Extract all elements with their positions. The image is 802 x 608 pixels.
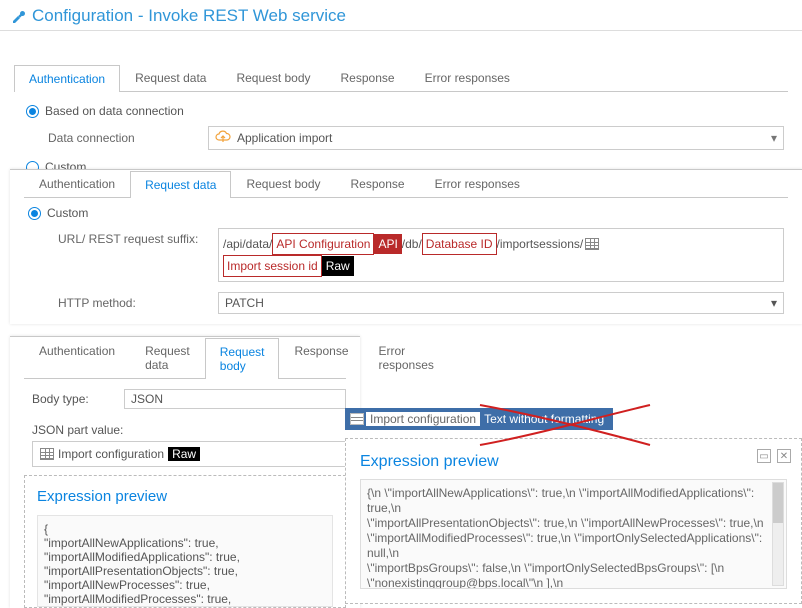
cloud-icon [215,130,231,147]
close-icon[interactable]: ✕ [777,449,791,463]
body-type-value: JSON [131,392,163,406]
radio-based-label: Based on data connection [45,104,184,118]
http-method-select[interactable]: PATCH ▾ [218,292,784,314]
tab2-response[interactable]: Response [336,170,420,197]
token-session-id: Import session id [223,255,322,277]
json-part-input[interactable]: Import configuration Raw [32,441,346,467]
data-connection-value: Application import [237,131,332,145]
tabs-row-2: Authentication Request data Request body… [24,170,788,198]
data-connection-select[interactable]: Application import ▾ [208,126,784,150]
token-db-id: Database ID [422,233,497,255]
window-header: Configuration - Invoke REST Web service [0,0,802,31]
tab-response[interactable]: Response [326,64,410,91]
label-data-connection: Data connection [48,131,208,145]
grid-icon[interactable] [585,238,599,250]
chip-import-config: Import configuration [58,447,164,461]
panel-authentication: Authentication Request data Request body… [0,34,802,174]
label-http-method: HTTP method: [58,292,218,314]
label-body-type: Body type: [32,392,124,406]
radio-custom-url-label: Custom [47,206,88,220]
radio-custom-url[interactable] [28,207,41,220]
panel-request-data: Authentication Request data Request body… [10,169,802,324]
chevron-down-icon: ▾ [771,296,777,310]
url-text: /db/ [402,234,422,254]
label-json-part: JSON part value: [32,423,346,437]
tab3-authentication[interactable]: Authentication [24,337,130,378]
scroll-thumb[interactable] [773,483,783,523]
tabs-row-3: Authentication Request data Request body… [24,337,346,379]
token-raw: Raw [322,256,354,276]
tools-icon [10,8,26,24]
tab-authentication[interactable]: Authentication [14,65,120,92]
url-text: /api/data/ [223,234,272,254]
token-api: API [374,234,401,254]
tab-request-data[interactable]: Request data [120,64,221,91]
tab2-authentication[interactable]: Authentication [24,170,130,197]
radio-based-on-connection[interactable] [26,105,39,118]
formatting-chip[interactable]: Import configurationText without formatt… [345,408,613,430]
chip-raw: Raw [168,447,200,461]
tab-request-body[interactable]: Request body [221,64,325,91]
tabs-row-1: Authentication Request data Request body… [14,64,788,92]
scrollbar[interactable] [772,482,784,586]
tab3-error-responses[interactable]: Error responses [364,337,449,378]
grid-icon [40,448,54,460]
window-title: Configuration - Invoke REST Web service [32,6,346,26]
json-preview-box: { "importAllNewApplications": true, "imp… [37,515,333,607]
body-type-select[interactable]: JSON [124,389,346,409]
preview-title-left: Expression preview [37,488,333,505]
tab3-request-data[interactable]: Request data [130,337,205,378]
url-text: /importsessions/ [497,234,584,254]
expression-preview-right: Expression preview ▭ ✕ {\n \"importAllNe… [345,438,802,604]
chip-import-config-2: Import configuration [366,412,480,426]
token-api-config: API Configuration [272,233,374,255]
tab3-request-body[interactable]: Request body [205,338,280,379]
expand-icon[interactable]: ▭ [757,449,771,463]
tab2-error-responses[interactable]: Error responses [420,170,535,197]
panel-request-body: Authentication Request data Request body… [10,336,360,608]
escaped-json-box: {\n \"importAllNewApplications\": true,\… [360,479,787,589]
panel-text-without-formatting: Import configurationText without formatt… [345,408,802,604]
chevron-down-icon: ▾ [771,131,777,145]
http-method-value: PATCH [225,296,264,310]
tab2-request-body[interactable]: Request body [231,170,335,197]
chip-text-without-formatting: Text without formatting [480,412,608,426]
grid-icon [350,413,364,425]
preview-title-right: Expression preview [360,453,787,471]
tab2-request-data[interactable]: Request data [130,171,231,198]
url-suffix-input[interactable]: /api/data/API ConfigurationAPI/db/Databa… [218,228,784,282]
tab3-response[interactable]: Response [279,337,363,378]
expression-preview-left: Expression preview { "importAllNewApplic… [24,475,346,608]
label-url-suffix: URL/ REST request suffix: [58,228,218,282]
tab-error-responses[interactable]: Error responses [410,64,525,91]
